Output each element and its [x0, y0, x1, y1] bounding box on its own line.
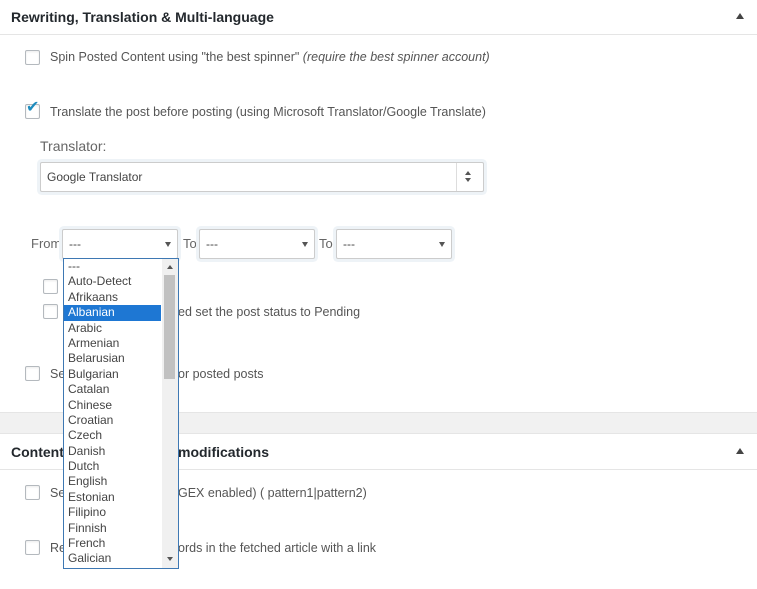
- translator-select[interactable]: Google Translator: [40, 162, 484, 192]
- translator-heading: Translator:: [40, 138, 107, 154]
- chevron-down-icon: [439, 242, 445, 247]
- dropdown-option[interactable]: Finnish: [64, 521, 161, 536]
- posted-posts-label: or posted posts: [178, 367, 264, 381]
- dropdown-option[interactable]: Croatian: [64, 413, 161, 428]
- option-checkbox-2[interactable]: [43, 304, 58, 319]
- scroll-down-icon[interactable]: [167, 557, 173, 561]
- dropdown-options: --- Auto-Detect Afrikaans Albanian Arabic Arm…: [64, 259, 161, 567]
- section2-row1-text: GEX enabled) ( pattern1|pattern2): [178, 486, 367, 500]
- from-label: From: [31, 236, 62, 251]
- spin-checkbox[interactable]: [25, 50, 40, 65]
- dropdown-option[interactable]: Dutch: [64, 459, 161, 474]
- to1-select-value: ---: [206, 237, 218, 251]
- to-label-1: To: [183, 236, 197, 251]
- spin-label: Spin Posted Content using "the best spin…: [50, 50, 300, 64]
- divider: [0, 34, 757, 35]
- pending-status-label: ed set the post status to Pending: [178, 305, 361, 319]
- dropdown-option[interactable]: Arabic: [64, 321, 161, 336]
- section2-checkbox-2[interactable]: [25, 540, 40, 555]
- to2-select-value: ---: [343, 237, 355, 251]
- scroll-up-icon[interactable]: [167, 265, 173, 269]
- scrollbar-thumb[interactable]: [164, 275, 175, 379]
- from-select-value: ---: [69, 237, 81, 251]
- spin-label-row: Spin Posted Content using "the best spin…: [50, 50, 490, 64]
- dropdown-option[interactable]: Bulgarian: [64, 367, 161, 382]
- updown-arrows-icon: [465, 171, 473, 183]
- scrollbar[interactable]: [162, 259, 178, 568]
- dropdown-option[interactable]: ---: [64, 259, 161, 274]
- dropdown-option[interactable]: Galician: [64, 551, 161, 566]
- select-divider: [456, 163, 457, 191]
- section2-checkbox-1[interactable]: [25, 485, 40, 500]
- chevron-down-icon: [302, 242, 308, 247]
- from-language-select[interactable]: ---: [62, 229, 178, 259]
- option-checkbox-3[interactable]: [25, 366, 40, 381]
- dropdown-option[interactable]: English: [64, 474, 161, 489]
- dropdown-option[interactable]: Chinese: [64, 398, 161, 413]
- dropdown-option[interactable]: Danish: [64, 444, 161, 459]
- dropdown-option[interactable]: Catalan: [64, 382, 161, 397]
- spin-hint: (require the best spinner account): [302, 50, 490, 64]
- option-checkbox-1[interactable]: [43, 279, 58, 294]
- to-label-2: To: [319, 236, 333, 251]
- collapse-arrow-icon[interactable]: [736, 448, 744, 454]
- checkmark-icon: ✔: [26, 99, 40, 116]
- dropdown-option[interactable]: Albanian: [64, 305, 161, 321]
- dropdown-option[interactable]: French: [64, 536, 161, 551]
- dropdown-option[interactable]: Belarusian: [64, 351, 161, 366]
- section-title-content-left: Content: [11, 444, 64, 460]
- translator-select-value: Google Translator: [47, 170, 143, 184]
- chevron-down-icon: [165, 242, 171, 247]
- from-language-dropdown-list[interactable]: --- Auto-Detect Afrikaans Albanian Arabic Arm…: [63, 258, 179, 569]
- dropdown-option[interactable]: Estonian: [64, 490, 161, 505]
- to-language-select-1[interactable]: ---: [199, 229, 315, 259]
- collapse-arrow-icon[interactable]: [736, 13, 744, 19]
- dropdown-option[interactable]: Filipino: [64, 505, 161, 520]
- section2-row2-text: ords in the fetched article with a link: [178, 541, 377, 555]
- to-language-select-2[interactable]: ---: [336, 229, 452, 259]
- dropdown-option[interactable]: Auto-Detect: [64, 274, 161, 289]
- dropdown-option[interactable]: Armenian: [64, 336, 161, 351]
- dropdown-option[interactable]: Afrikaans: [64, 290, 161, 305]
- section-title-rewriting: Rewriting, Translation & Multi-language: [11, 9, 274, 25]
- translate-checkbox[interactable]: ✔: [25, 100, 40, 119]
- translate-label: Translate the post before posting (using…: [50, 105, 486, 119]
- dropdown-option[interactable]: Czech: [64, 428, 161, 443]
- section-title-content-right: modifications: [178, 444, 270, 460]
